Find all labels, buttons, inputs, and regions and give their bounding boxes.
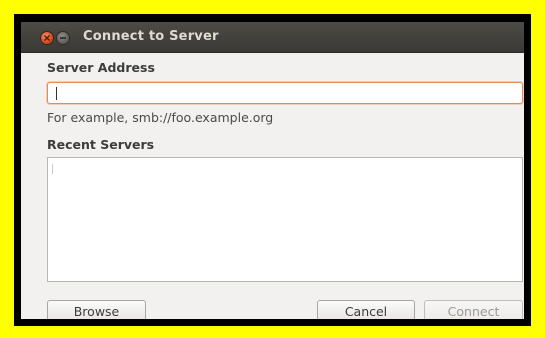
window-title: Connect to Server bbox=[83, 29, 219, 44]
titlebar: Connect to Server bbox=[21, 22, 524, 53]
cancel-button[interactable]: Cancel bbox=[317, 300, 415, 319]
text-cursor bbox=[56, 87, 57, 100]
connect-to-server-dialog: Connect to Server Server Address For exa… bbox=[21, 22, 524, 319]
close-icon[interactable] bbox=[41, 32, 53, 44]
server-address-hint: For example, smb://foo.example.org bbox=[47, 110, 274, 125]
server-address-label: Server Address bbox=[47, 60, 155, 75]
recent-servers-list[interactable] bbox=[47, 157, 523, 282]
list-cursor bbox=[52, 164, 53, 174]
recent-servers-label: Recent Servers bbox=[47, 137, 155, 152]
minimize-icon[interactable] bbox=[57, 32, 69, 44]
browse-button[interactable]: Browse bbox=[47, 300, 146, 319]
connect-button[interactable]: Connect bbox=[424, 300, 523, 319]
server-address-input[interactable] bbox=[47, 82, 523, 104]
